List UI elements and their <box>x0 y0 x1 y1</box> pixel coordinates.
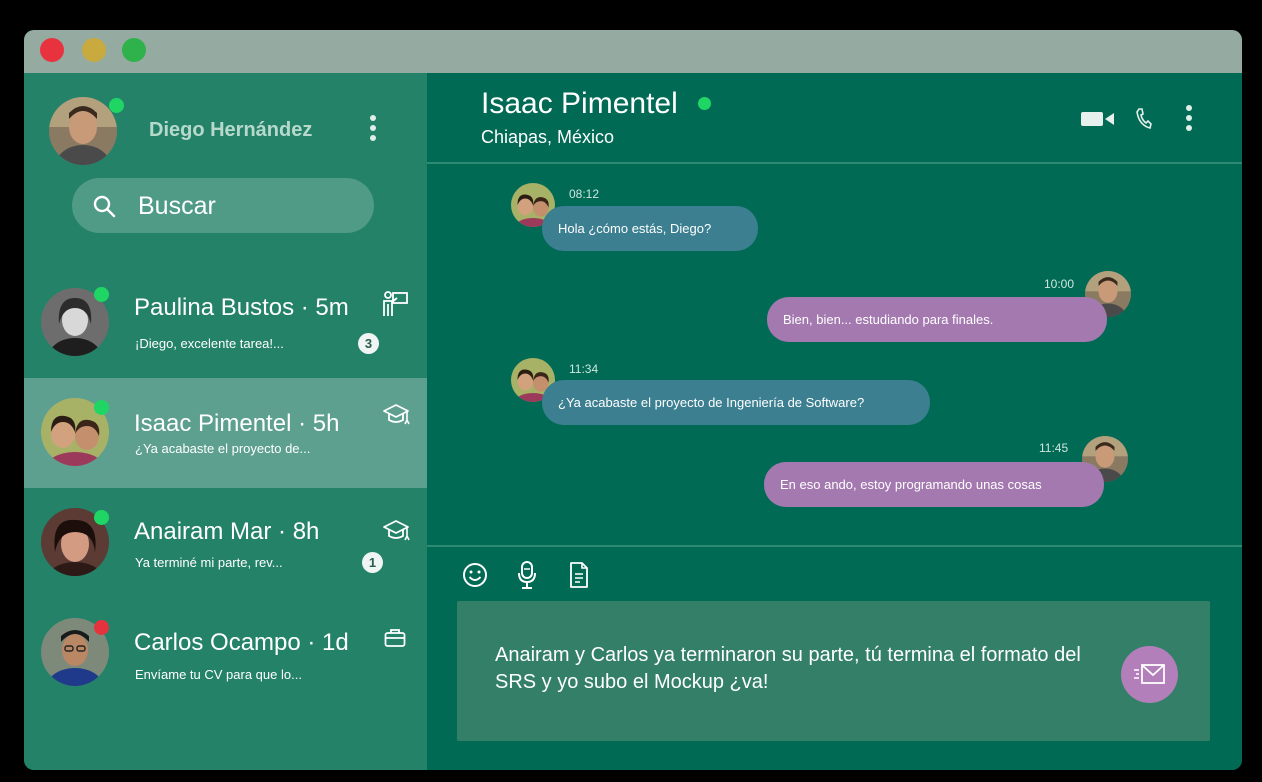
online-indicator <box>94 510 109 525</box>
chat-name: Anairam Mar · 8h <box>134 518 320 545</box>
chat-name: Isaac Pimentel · 5h <box>134 410 340 437</box>
unread-badge: 1 <box>362 552 383 573</box>
incoming-message: ¿Ya acabaste el proyecto de Ingeniería d… <box>542 380 930 425</box>
chat-list-item[interactable]: Anairam Mar · 8h Ya terminé mi parte, re… <box>24 488 427 598</box>
my-online-indicator <box>109 98 124 113</box>
composer-input-text[interactable]: Anairam y Carlos ya terminaron su parte,… <box>495 642 1095 696</box>
sidebar: Diego Hernández Buscar Paulina Bustos · … <box>24 73 427 770</box>
header-divider <box>427 162 1242 164</box>
briefcase-icon <box>384 629 406 647</box>
sidebar-menu-button[interactable] <box>370 115 376 145</box>
teacher-icon <box>383 291 408 316</box>
search-icon <box>93 195 116 218</box>
online-indicator <box>94 400 109 415</box>
maximize-window-button[interactable] <box>122 38 146 62</box>
document-icon[interactable] <box>568 561 590 589</box>
chat-name: Paulina Bustos · 5m <box>134 294 349 321</box>
online-indicator <box>94 287 109 302</box>
message-time: 10:00 <box>1044 277 1075 291</box>
contact-online-indicator <box>698 97 711 110</box>
chat-preview: Envíame tu CV para que lo... <box>135 667 302 682</box>
incoming-message: Hola ¿cómo estás, Diego? <box>542 206 758 251</box>
contact-name: Isaac Pimentel <box>481 87 678 120</box>
video-call-icon[interactable] <box>1081 110 1115 128</box>
conversation-panel: Isaac Pimentel Chiapas, México 08:12 Hol… <box>427 73 1242 770</box>
microphone-icon[interactable] <box>517 560 537 590</box>
graduation-cap-icon <box>383 404 410 425</box>
phone-call-icon[interactable] <box>1135 107 1153 131</box>
minimize-window-button[interactable] <box>82 38 106 62</box>
message-composer[interactable]: Anairam y Carlos ya terminaron su parte,… <box>457 601 1210 741</box>
graduation-cap-icon <box>383 520 410 541</box>
chat-preview: Ya terminé mi parte, rev... <box>135 555 283 570</box>
chat-preview: ¿Ya acabaste el proyecto de... <box>135 441 311 456</box>
contact-location: Chiapas, México <box>481 127 615 147</box>
my-name: Diego Hernández <box>149 119 313 141</box>
my-avatar[interactable] <box>49 97 117 165</box>
chat-name: Carlos Ocampo · 1d <box>134 629 349 656</box>
chat-list-item[interactable]: Carlos Ocampo · 1d Envíame tu CV para qu… <box>24 598 427 708</box>
close-window-button[interactable] <box>40 38 64 62</box>
send-mail-icon <box>1134 664 1165 684</box>
outgoing-message: Bien, bien... estudiando para finales. <box>767 297 1107 342</box>
message-time: 11:34 <box>569 362 599 376</box>
busy-indicator <box>94 620 109 635</box>
chat-preview: ¡Diego, excelente tarea!... <box>135 336 284 351</box>
unread-badge: 3 <box>358 333 379 354</box>
chat-list-item-active[interactable]: Isaac Pimentel · 5h ¿Ya acabaste el proy… <box>24 378 427 488</box>
conversation-menu-button[interactable] <box>1186 105 1192 135</box>
window-titlebar <box>24 30 1242 73</box>
emoji-icon[interactable] <box>462 562 488 588</box>
search-placeholder: Buscar <box>138 192 216 220</box>
chat-app-window: Diego Hernández Buscar Paulina Bustos · … <box>24 30 1242 770</box>
chat-list-item[interactable]: Paulina Bustos · 5m ¡Diego, excelente ta… <box>24 273 427 383</box>
outgoing-message: En eso ando, estoy programando unas cosa… <box>764 462 1104 507</box>
send-button[interactable] <box>1121 646 1178 703</box>
search-bar[interactable]: Buscar <box>72 178 374 233</box>
composer-divider <box>427 545 1242 547</box>
message-time: 08:12 <box>569 187 600 201</box>
message-time: 11:45 <box>1039 441 1069 455</box>
